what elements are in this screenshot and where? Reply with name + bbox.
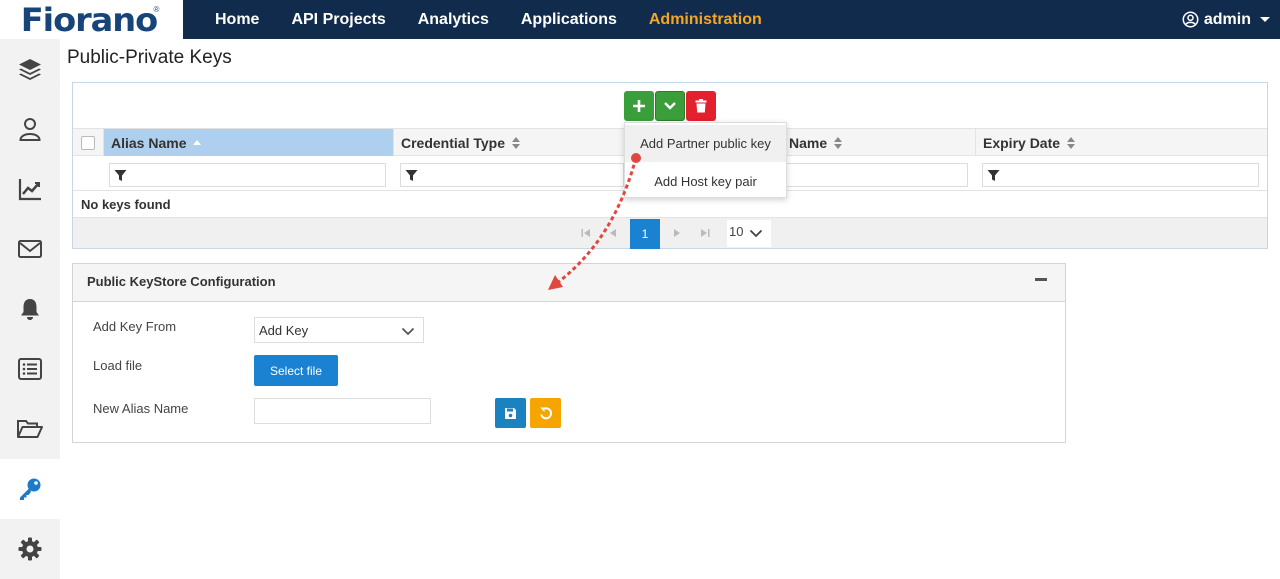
column-expiry-date[interactable]: Expiry Date: [975, 129, 1267, 156]
first-page-icon[interactable]: [581, 228, 591, 238]
filter-icon: [114, 169, 127, 181]
add-options-dropdown-button[interactable]: [655, 91, 685, 121]
logo-text: Fiorano: [20, 0, 158, 39]
caret-down-icon: [1260, 17, 1270, 22]
nav-api-projects[interactable]: API Projects: [291, 11, 385, 29]
chevron-down-icon: [664, 102, 676, 110]
delete-key-button[interactable]: [686, 91, 716, 121]
new-alias-name-input[interactable]: [254, 398, 431, 424]
next-page-icon[interactable]: [673, 228, 681, 238]
grid-pager: 1 10: [73, 217, 1267, 249]
top-navigation-bar: Fiorano ® Home API Projects Analytics App…: [0, 0, 1280, 39]
last-page-icon[interactable]: [700, 228, 710, 238]
sidebar-item-list[interactable]: [0, 339, 60, 399]
add-key-from-value: Add Key: [259, 322, 309, 338]
sort-ascending-icon: [193, 139, 202, 145]
column-expiry-date-label: Expiry Date: [983, 134, 1061, 151]
load-file-label: Load file: [93, 358, 143, 373]
column-alias-name-label: Alias Name: [111, 134, 187, 151]
column-alias-name[interactable]: Alias Name: [103, 129, 393, 156]
add-key-button[interactable]: [624, 91, 654, 121]
column-credential-type-label: Credential Type: [401, 134, 505, 151]
list-icon: [18, 358, 42, 380]
sidebar-item-notifications[interactable]: [0, 279, 60, 339]
collapse-icon[interactable]: [1035, 278, 1047, 281]
sidebar-item-users[interactable]: [0, 99, 60, 159]
add-key-from-label: Add Key From: [93, 319, 177, 334]
page-size-value: 10: [729, 224, 744, 239]
sort-icon: [1067, 136, 1076, 149]
chevron-down-icon: [401, 327, 415, 336]
logo-registered-mark: ®: [153, 5, 160, 14]
bell-icon: [21, 299, 39, 320]
sidebar-item-files[interactable]: [0, 399, 60, 459]
key-icon: [20, 478, 41, 500]
select-file-button[interactable]: Select file: [254, 355, 338, 386]
sort-icon: [512, 136, 520, 149]
save-icon: [505, 407, 516, 419]
panel-header: Public KeyStore Configuration: [73, 264, 1065, 302]
filter-icon: [987, 169, 1000, 181]
fiorano-logo[interactable]: Fiorano ®: [0, 0, 183, 39]
name-filter[interactable]: [785, 163, 968, 187]
empty-grid-message: No keys found: [81, 197, 171, 212]
sidebar-item-settings[interactable]: [0, 519, 60, 579]
nav-analytics[interactable]: Analytics: [418, 11, 489, 29]
mail-icon: [18, 240, 42, 258]
user-menu[interactable]: admin: [1182, 0, 1270, 39]
select-all-checkbox[interactable]: [81, 136, 95, 150]
undo-icon: [539, 407, 552, 420]
sidebar-item-layers[interactable]: [0, 39, 60, 99]
user-icon: [19, 118, 41, 141]
alias-name-filter[interactable]: [109, 163, 386, 187]
reset-button[interactable]: [530, 398, 561, 428]
panel-title: Public KeyStore Configuration: [87, 274, 276, 289]
sidebar-item-keys[interactable]: [0, 459, 60, 519]
plus-icon: [633, 100, 645, 112]
trash-icon: [695, 99, 707, 113]
filter-icon: [405, 169, 418, 181]
gear-icon: [18, 537, 42, 561]
nav-administration[interactable]: Administration: [649, 11, 762, 29]
folder-open-icon: [17, 420, 43, 438]
expiry-date-filter[interactable]: [982, 163, 1259, 187]
menu-add-host-key-pair[interactable]: Add Host key pair: [625, 163, 786, 200]
sidebar-item-mail[interactable]: [0, 219, 60, 279]
user-name: admin: [1203, 10, 1251, 28]
menu-add-partner-public-key[interactable]: Add Partner public key: [625, 125, 786, 162]
sidebar: [0, 39, 60, 579]
analytics-chart-icon: [18, 179, 41, 201]
chevron-down-icon: [750, 229, 763, 238]
credential-type-filter[interactable]: [400, 163, 624, 187]
save-button[interactable]: [495, 398, 526, 428]
new-alias-name-label: New Alias Name: [93, 401, 189, 416]
add-key-dropdown-menu: Add Partner public key Add Host key pair: [624, 122, 787, 198]
sort-icon: [834, 136, 843, 149]
column-name-label: Name: [789, 134, 828, 151]
sidebar-item-analytics[interactable]: [0, 159, 60, 219]
nav-home[interactable]: Home: [215, 11, 259, 29]
nav-applications[interactable]: Applications: [521, 11, 617, 29]
add-key-from-select[interactable]: Add Key: [254, 317, 424, 343]
main-nav: Home API Projects Analytics Applications…: [199, 0, 778, 39]
page-size-select[interactable]: 10: [727, 220, 771, 247]
previous-page-icon[interactable]: [609, 228, 617, 238]
page-title: Public-Private Keys: [67, 47, 232, 68]
layers-icon: [19, 59, 41, 80]
page-number-current[interactable]: 1: [630, 219, 660, 249]
keystore-config-panel: Public KeyStore Configuration Add Key Fr…: [72, 263, 1066, 443]
user-circle-icon: [1182, 11, 1199, 28]
